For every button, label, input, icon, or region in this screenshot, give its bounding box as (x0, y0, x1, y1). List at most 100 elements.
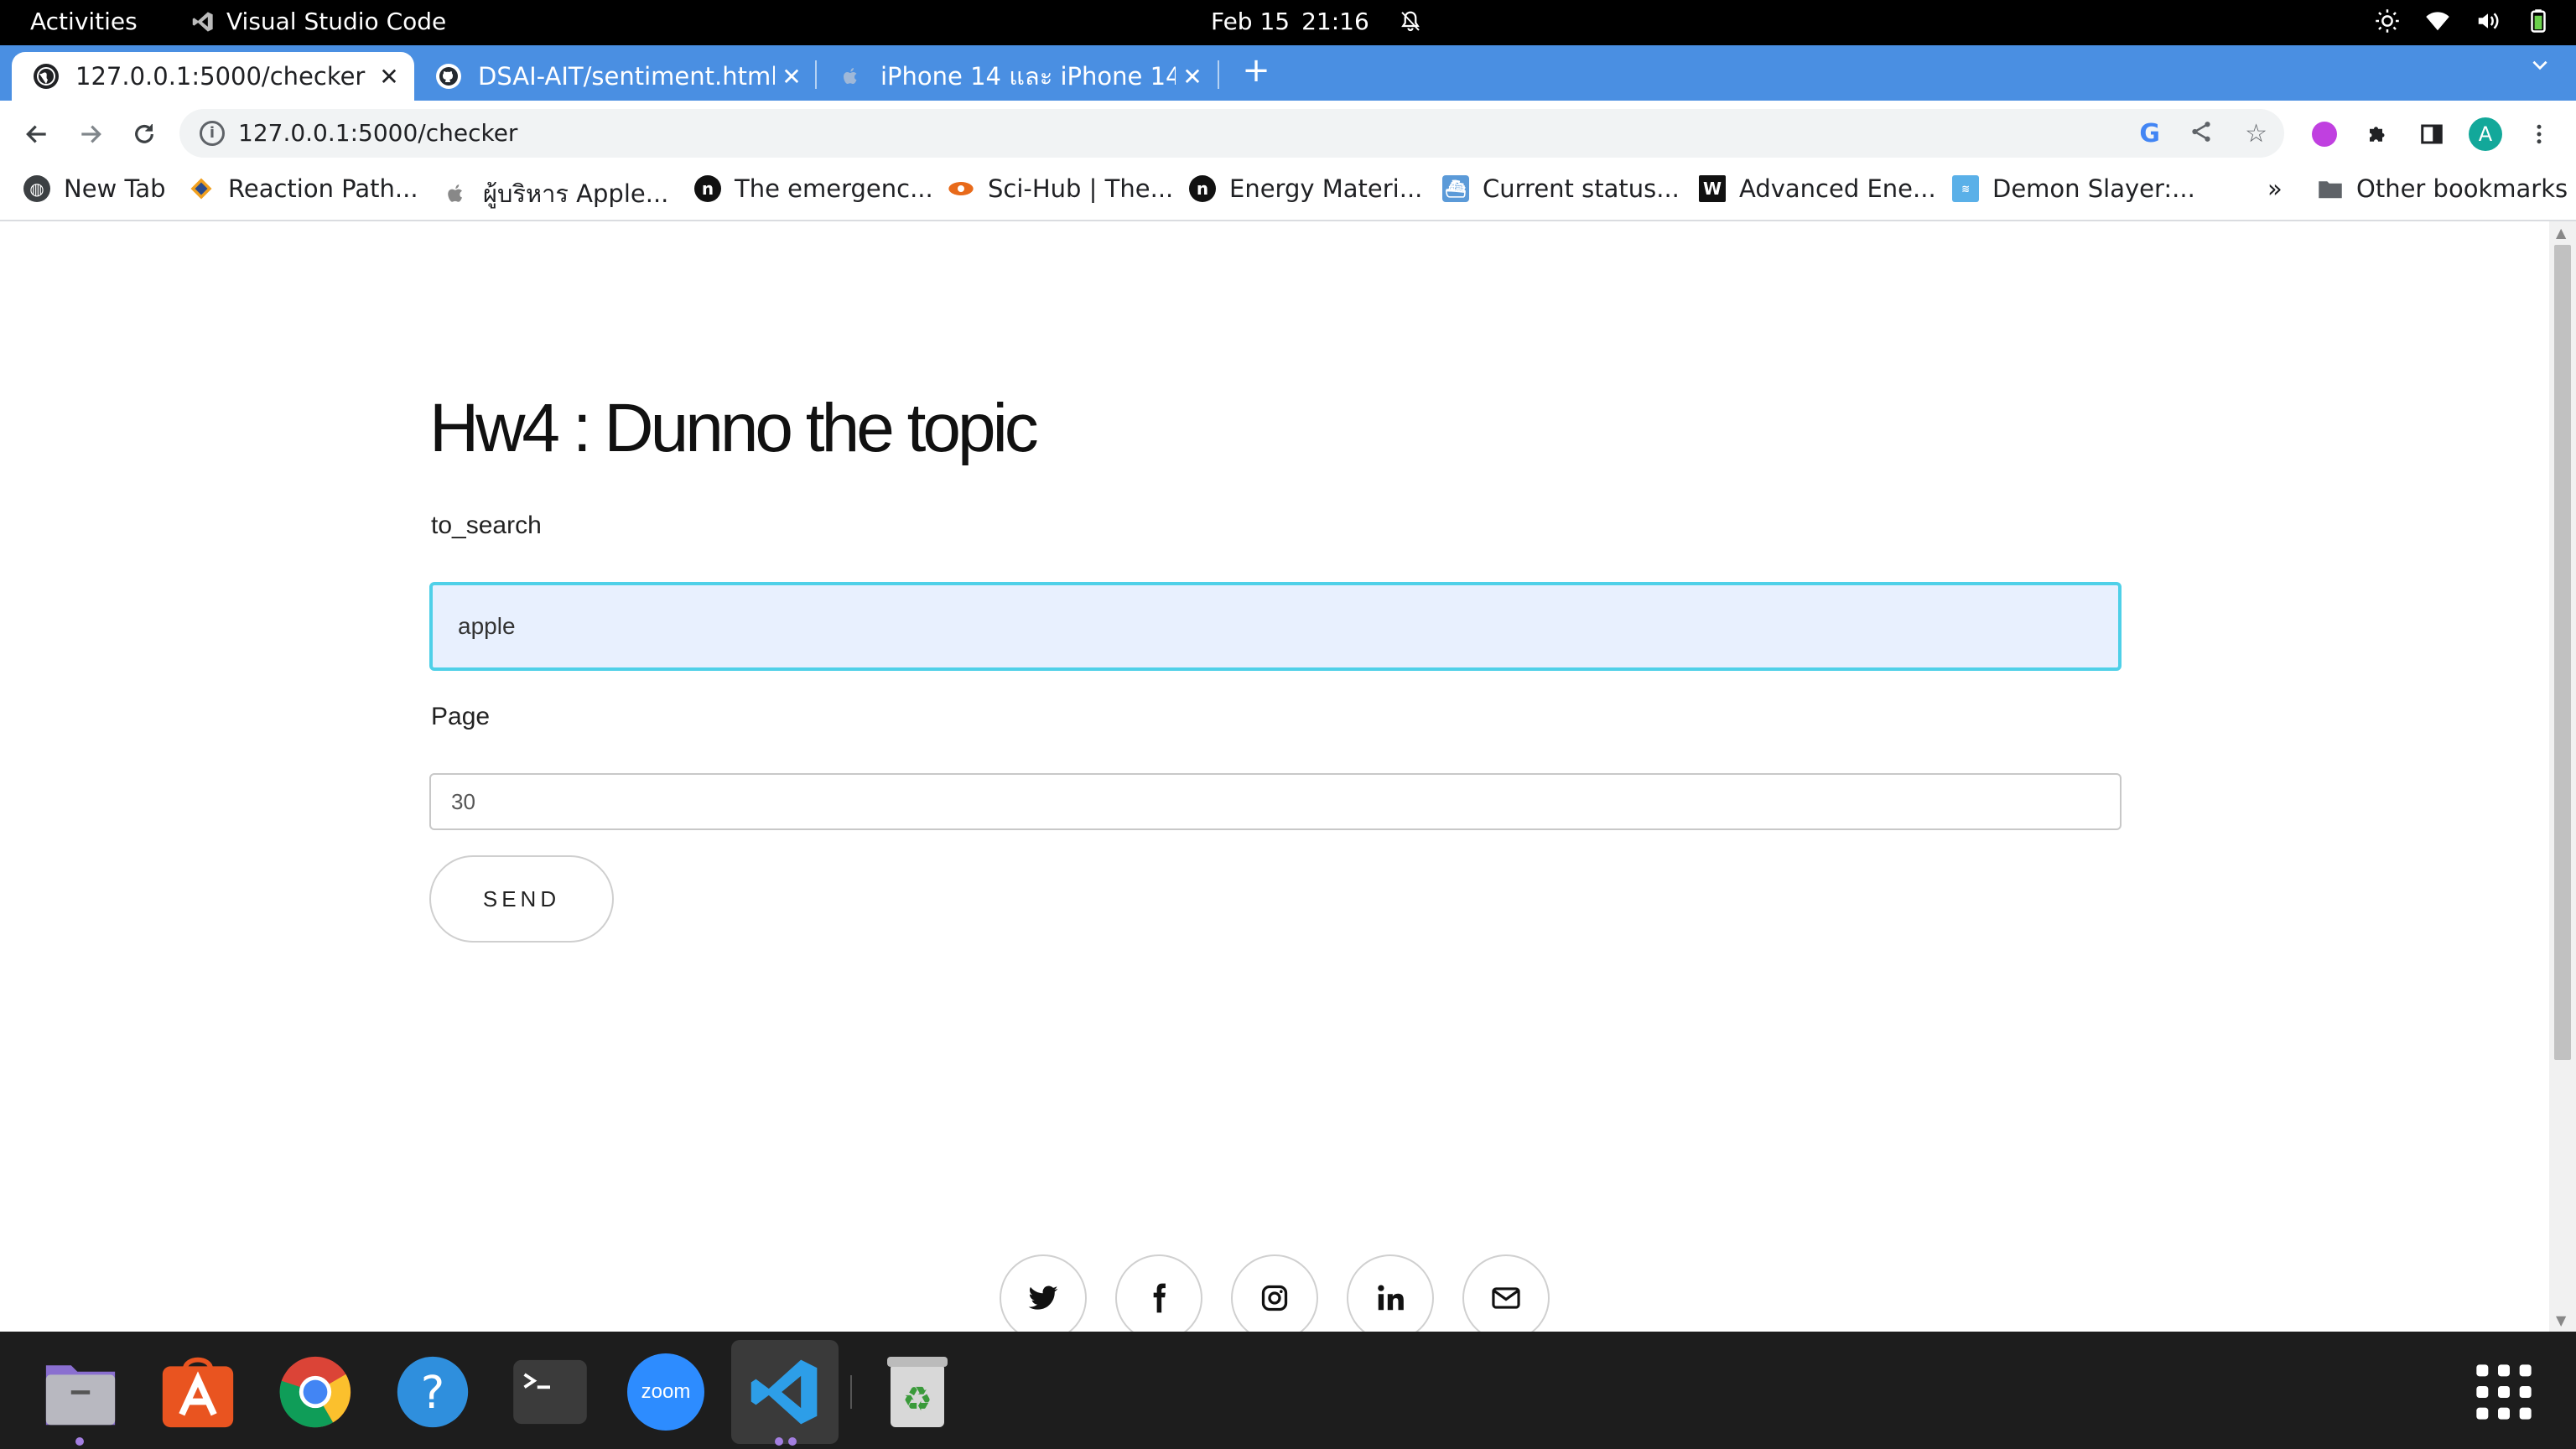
close-tab-icon[interactable]: ✕ (1176, 63, 1209, 91)
github-icon (436, 64, 461, 89)
app-grid-icon (2476, 1364, 2532, 1420)
vscode-app[interactable] (731, 1340, 839, 1444)
zoom-label: zoom (641, 1380, 691, 1403)
new-tab-button[interactable]: + (1239, 52, 1273, 89)
send-button[interactable]: SEND (429, 855, 614, 943)
vscode-icon (750, 1359, 818, 1425)
address-bar[interactable]: i 127.0.0.1:5000/checker G ☆ (179, 109, 2284, 158)
dock-separator (850, 1375, 852, 1409)
linkedin-link[interactable] (1347, 1254, 1434, 1342)
globe-icon (34, 64, 59, 89)
trash-app[interactable]: ♻ (879, 1353, 956, 1431)
dock: ? zoom ♻ (0, 1332, 2576, 1449)
chrome-menu-button[interactable] (2521, 116, 2558, 153)
svg-text:?: ? (421, 1366, 444, 1419)
tab-separator (1218, 60, 1219, 89)
bookmarks-bar: ◍ New Tab Reaction Path... ผู้บริหาร App… (0, 166, 2576, 221)
chrome-app[interactable] (277, 1353, 354, 1431)
bookmark-label: ผู้บริหาร Apple... (483, 179, 669, 208)
svg-text:♻: ♻ (902, 1380, 932, 1419)
back-button[interactable] (18, 116, 55, 153)
bookmark-item[interactable]: W Advanced Ene... (1699, 174, 1936, 203)
app-name: Visual Studio Code (226, 8, 447, 35)
forward-button[interactable] (72, 116, 109, 153)
bookmark-item[interactable]: ◍ New Tab (23, 174, 166, 203)
search-label: to_search (431, 512, 542, 539)
terminal-app[interactable] (512, 1353, 589, 1431)
ship-icon: ⛴ (1442, 175, 1469, 202)
google-lens-icon[interactable]: G (2139, 119, 2160, 148)
wifi-icon (2426, 12, 2449, 31)
bookmark-label: Current status... (1483, 174, 1680, 203)
page-scrollbar[interactable]: ▲ ▼ (2549, 221, 2576, 1332)
tab-title: 127.0.0.1:5000/checker (75, 62, 366, 91)
close-tab-icon[interactable]: ✕ (775, 63, 808, 91)
twitter-link[interactable] (1000, 1254, 1087, 1342)
side-panel-icon[interactable] (2413, 116, 2450, 153)
system-tray[interactable] (2375, 8, 2551, 34)
bookmark-label: Advanced Ene... (1739, 174, 1936, 203)
n-logo-icon: n (694, 175, 721, 202)
page-title: Hw4 : Dunno the topic (429, 390, 1039, 466)
facebook-icon (1153, 1283, 1166, 1313)
bookmark-label: Sci-Hub | The... (988, 174, 1174, 203)
tab-title: DSAI-AIT/sentiment.html (478, 62, 775, 91)
bookmark-star-icon[interactable]: ☆ (2245, 119, 2267, 148)
email-icon (1492, 1287, 1520, 1309)
clock[interactable]: Feb 15 21:16 (1211, 8, 1423, 35)
profile-avatar[interactable]: A (2467, 116, 2504, 153)
tab-iphone[interactable]: iPhone 14 และ iPhone 14 ✕ (817, 52, 1218, 101)
scroll-up-arrow-icon[interactable]: ▲ (2556, 225, 2566, 241)
tab-github[interactable]: DSAI-AIT/sentiment.html ✕ (414, 52, 817, 101)
bookmark-item[interactable]: ≋ Demon Slayer:... (1952, 174, 2195, 203)
bookmark-item[interactable]: n The emergenc... (694, 174, 933, 203)
bookmark-item[interactable]: ⛴ Current status... (1442, 174, 1680, 203)
instagram-icon (1261, 1285, 1288, 1311)
arrow-left-icon (26, 125, 46, 143)
other-bookmarks[interactable]: Other bookmarks (2318, 174, 2568, 203)
close-tab-icon[interactable]: ✕ (372, 63, 406, 91)
search-input[interactable] (429, 582, 2122, 671)
bookmark-item[interactable]: ผู้บริหาร Apple... (443, 174, 668, 213)
facebook-link[interactable] (1115, 1254, 1202, 1342)
bookmark-item[interactable]: Sci-Hub | The... (948, 174, 1173, 203)
share-icon[interactable] (2189, 119, 2214, 151)
app-center[interactable] (159, 1353, 236, 1431)
tab-search-dropdown[interactable] (2529, 54, 2551, 81)
scroll-down-arrow-icon[interactable]: ▼ (2556, 1312, 2566, 1328)
apple-logo-icon (839, 64, 864, 89)
page-label: Page (431, 703, 491, 730)
volume-icon (2478, 13, 2499, 29)
reload-button[interactable] (126, 116, 163, 153)
running-indicator (75, 1437, 84, 1446)
show-applications-button[interactable] (2465, 1353, 2542, 1431)
bookmark-label: Demon Slayer:... (1992, 174, 2195, 203)
bookmarks-overflow-button[interactable]: » (2267, 174, 2283, 203)
profile-initial: A (2469, 117, 2502, 151)
bookmark-item[interactable]: n Energy Materi... (1189, 174, 1422, 203)
instagram-link[interactable] (1231, 1254, 1318, 1342)
extension-purple-icon[interactable] (2306, 116, 2343, 153)
tab-checker[interactable]: 127.0.0.1:5000/checker ✕ (12, 52, 414, 101)
scrollbar-thumb[interactable] (2554, 245, 2571, 1060)
help-app[interactable]: ? (394, 1353, 471, 1431)
clock-time: 21:16 (1301, 8, 1369, 35)
running-indicator (775, 1437, 783, 1446)
page-input[interactable] (429, 773, 2122, 830)
extensions-puzzle-icon[interactable] (2360, 116, 2397, 153)
files-app[interactable] (42, 1353, 119, 1431)
files-folder-icon (45, 1365, 116, 1426)
trash-recycle-icon: ♻ (887, 1357, 948, 1427)
notification-bell-icon (1400, 11, 1420, 31)
address-url[interactable]: 127.0.0.1:5000/checker (238, 119, 517, 147)
bookmark-label: Energy Materi... (1229, 174, 1423, 203)
activities-button[interactable]: Activities (30, 8, 138, 35)
email-link[interactable] (1462, 1254, 1550, 1342)
app-menu[interactable]: Visual Studio Code (191, 8, 446, 35)
chrome-icon (279, 1356, 351, 1428)
bookmark-item[interactable]: Reaction Path... (188, 174, 418, 203)
vscode-icon (192, 11, 213, 32)
site-info-icon[interactable]: i (200, 121, 225, 146)
apple-logo-icon (443, 180, 470, 207)
zoom-app[interactable]: zoom (627, 1353, 704, 1431)
